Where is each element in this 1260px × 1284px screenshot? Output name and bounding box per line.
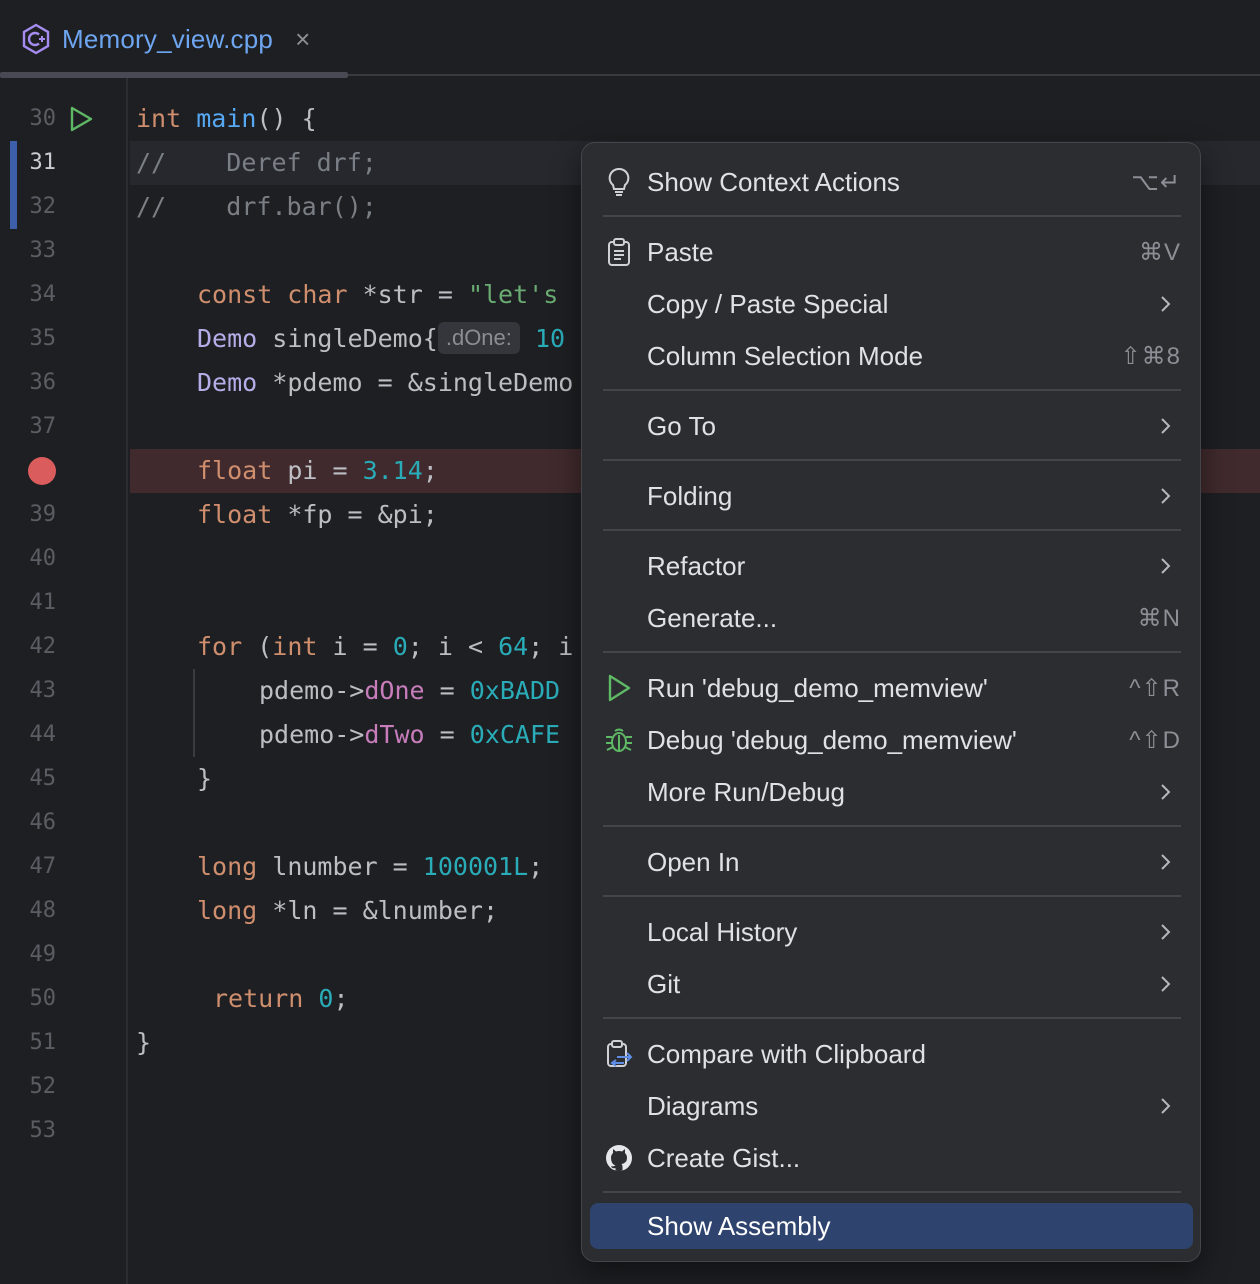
close-tab-icon[interactable]: ×	[295, 26, 310, 52]
editor-tab-bar: Memory_view.cpp ×	[0, 0, 1260, 78]
line-number: 50	[29, 986, 57, 1011]
chevron-right-icon	[1161, 1098, 1171, 1114]
tab-title: Memory_view.cpp	[62, 23, 274, 54]
github-icon	[604, 1143, 634, 1173]
line-number: 52	[29, 1074, 57, 1099]
menu-item-column-selection-mode[interactable]: Column Selection Mode ⇧⌘8	[590, 330, 1193, 382]
menu-separator	[603, 651, 1181, 653]
menu-item-more-run-debug[interactable]: More Run/Debug	[590, 766, 1193, 818]
menu-item-diagrams[interactable]: Diagrams	[590, 1080, 1193, 1132]
code-text: Demo *pdemo = &singleDemo	[197, 368, 574, 397]
run-icon	[604, 673, 634, 703]
lightbulb-icon	[604, 167, 634, 197]
line-number: 32	[29, 194, 57, 219]
bug-icon	[604, 725, 634, 755]
line-number: 36	[29, 370, 57, 395]
line-number: 49	[29, 942, 57, 967]
menu-item-git[interactable]: Git	[590, 958, 1193, 1010]
tab-memory-view-cpp[interactable]: Memory_view.cpp ×	[0, 0, 348, 78]
line-number: 30	[29, 106, 57, 131]
menu-item-create-gist[interactable]: Create Gist...	[590, 1132, 1193, 1184]
menu-item-folding[interactable]: Folding	[590, 470, 1193, 522]
shortcut: ⌥↵	[1131, 168, 1181, 196]
shortcut: ^⇧R	[1129, 674, 1181, 702]
line-number: 33	[29, 238, 57, 263]
menu-item-copy-paste-special[interactable]: Copy / Paste Special	[590, 278, 1193, 330]
menu-item-show-assembly[interactable]: Show Assembly	[590, 1203, 1193, 1249]
menu-item-open-in[interactable]: Open In	[590, 836, 1193, 888]
menu-separator	[603, 1017, 1181, 1019]
code-text: }	[197, 764, 213, 793]
line-number: 31	[29, 150, 57, 175]
code-text: return 0;	[213, 984, 349, 1013]
code-text: pdemo->dOne = 0xBADD	[259, 676, 561, 705]
line-number: 40	[29, 546, 57, 571]
menu-item-run[interactable]: Run 'debug_demo_memview' ^⇧R	[590, 662, 1193, 714]
menu-item-go-to[interactable]: Go To	[590, 400, 1193, 452]
code-text: const char *str = "let's	[197, 280, 559, 309]
code-text: }	[136, 1028, 152, 1057]
line-number: 48	[29, 898, 57, 923]
line-number: 37	[29, 414, 57, 439]
code-text: float pi = 3.14;	[197, 456, 438, 485]
menu-separator	[603, 895, 1181, 897]
shortcut: ⌘N	[1137, 604, 1181, 632]
line-number: 53	[29, 1118, 57, 1143]
menu-item-compare-with-clipboard[interactable]: Compare with Clipboard	[590, 1028, 1193, 1080]
code-text: for (int i = 0; i < 64; i	[197, 632, 574, 661]
code-text: int main() {	[136, 104, 317, 133]
line-number: 46	[29, 810, 57, 835]
chevron-right-icon	[1161, 488, 1171, 504]
line-number: 45	[29, 766, 57, 791]
menu-item-local-history[interactable]: Local History	[590, 906, 1193, 958]
parameter-inlay-hint: .dOne:	[437, 322, 520, 354]
cpp-file-icon	[22, 23, 50, 55]
breakpoint-icon[interactable]	[28, 457, 56, 485]
code-text: long *ln = &lnumber;	[197, 896, 499, 925]
code-text: float *fp = &pi;	[197, 500, 438, 529]
shortcut: ⇧⌘8	[1120, 342, 1181, 370]
menu-separator	[603, 215, 1181, 217]
line-number: 44	[29, 722, 57, 747]
menu-separator	[603, 389, 1181, 391]
code-text: // Deref drf;	[136, 148, 377, 177]
code-text: pdemo->dTwo = 0xCAFE	[259, 720, 561, 749]
menu-item-generate[interactable]: Generate... ⌘N	[590, 592, 1193, 644]
shortcut: ⌘V	[1138, 238, 1181, 266]
line-number: 34	[29, 282, 57, 307]
code-line: 29	[0, 78, 1260, 86]
menu-item-show-context-actions[interactable]: Show Context Actions ⌥↵	[590, 156, 1193, 208]
line-number: 35	[29, 326, 57, 351]
chevron-right-icon	[1161, 296, 1171, 312]
clipboard-icon	[604, 237, 634, 267]
chevron-right-icon	[1161, 418, 1171, 434]
chevron-right-icon	[1161, 558, 1171, 574]
chevron-right-icon	[1161, 784, 1171, 800]
menu-separator	[603, 825, 1181, 827]
line-number: 43	[29, 678, 57, 703]
code-text: long lnumber = 100001L;	[197, 852, 544, 881]
code-text: // drf.bar();	[136, 192, 377, 221]
menu-separator	[603, 1191, 1181, 1193]
line-number: 39	[29, 502, 57, 527]
chevron-right-icon	[1161, 924, 1171, 940]
chevron-right-icon	[1161, 854, 1171, 870]
line-number: 47	[29, 854, 57, 879]
line-number: 51	[29, 1030, 57, 1055]
shortcut: ^⇧D	[1129, 726, 1181, 754]
compare-clipboard-icon	[604, 1039, 634, 1069]
code-line: 30 int main() {	[0, 97, 1260, 141]
menu-item-refactor[interactable]: Refactor	[590, 540, 1193, 592]
line-number: 42	[29, 634, 57, 659]
chevron-right-icon	[1161, 976, 1171, 992]
editor-context-menu: Show Context Actions ⌥↵ Paste ⌘V Copy / …	[581, 142, 1201, 1262]
menu-separator	[603, 529, 1181, 531]
menu-separator	[603, 459, 1181, 461]
code-text: Demo singleDemo{.dOne: 10	[197, 322, 566, 354]
menu-item-paste[interactable]: Paste ⌘V	[590, 226, 1193, 278]
run-gutter-icon[interactable]	[68, 106, 94, 132]
line-number: 41	[29, 590, 57, 615]
menu-item-debug[interactable]: Debug 'debug_demo_memview' ^⇧D	[590, 714, 1193, 766]
